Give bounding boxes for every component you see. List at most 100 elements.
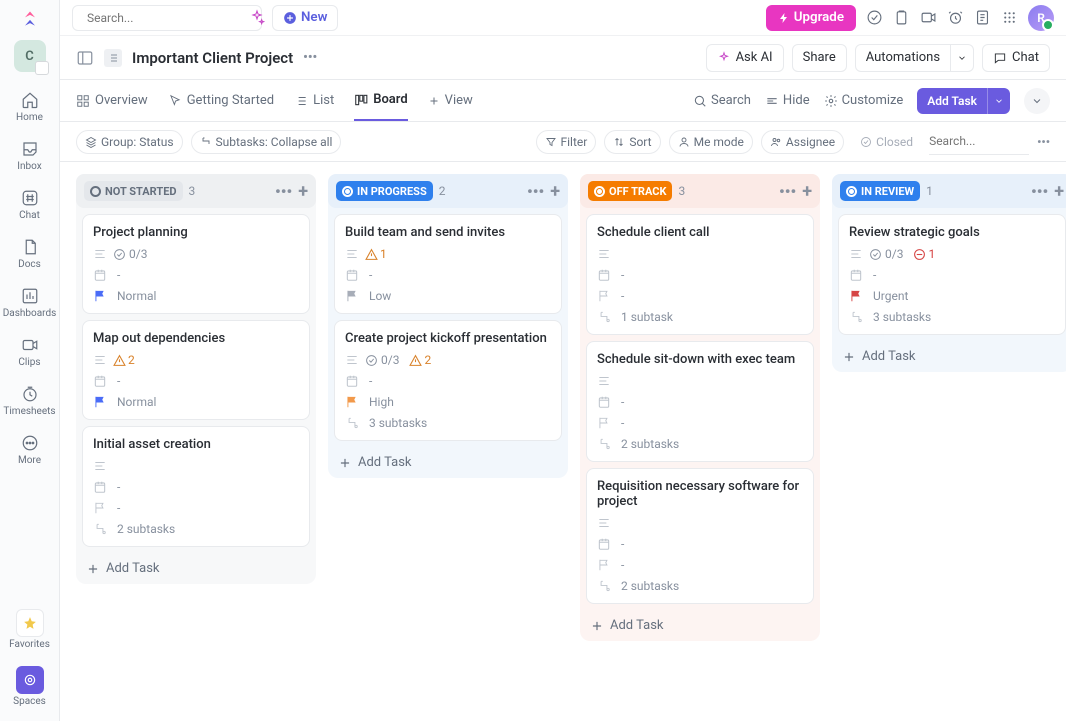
closed-chip[interactable]: Closed — [852, 130, 921, 154]
nav-dashboards[interactable]: Dashboards — [0, 280, 59, 325]
clipboard-icon[interactable] — [893, 9, 910, 26]
upgrade-button[interactable]: Upgrade — [766, 5, 856, 31]
add-task-button[interactable]: Add Task — [917, 88, 987, 114]
tab-add-view[interactable]: View — [428, 80, 473, 121]
more-actions[interactable] — [1024, 88, 1050, 114]
add-task-ghost[interactable]: Add Task — [832, 341, 1066, 372]
card-title: Project planning — [93, 225, 299, 240]
cards-container: Schedule client call--1 subtaskSchedule … — [580, 208, 820, 610]
add-task-dropdown[interactable] — [987, 88, 1010, 114]
chat-button[interactable]: Chat — [982, 44, 1050, 72]
panel-toggle-icon[interactable] — [76, 49, 94, 67]
new-button[interactable]: New — [272, 5, 338, 31]
search-action[interactable]: Search — [693, 93, 751, 108]
title-menu[interactable]: ••• — [303, 50, 317, 65]
dashboard-icon — [20, 286, 40, 306]
nav-label: Clips — [18, 357, 40, 368]
grid-icon[interactable] — [1001, 9, 1018, 26]
assignee-chip[interactable]: Assignee — [761, 130, 844, 154]
sort-chip[interactable]: Sort — [604, 130, 660, 154]
ai-icon[interactable] — [249, 9, 265, 27]
card-title: Initial asset creation — [93, 437, 299, 452]
tab-board[interactable]: Board — [354, 80, 407, 121]
search-input[interactable] — [87, 11, 243, 25]
column-add[interactable]: + — [1054, 181, 1064, 202]
column-menu[interactable]: ••• — [275, 182, 292, 201]
workspace-switcher[interactable]: C — [14, 40, 46, 72]
subtask-progress: 0/3 — [869, 247, 903, 261]
add-task-ghost[interactable]: Add Task — [328, 447, 568, 478]
tab-overview[interactable]: Overview — [76, 80, 148, 121]
meta-row — [93, 459, 299, 473]
task-card[interactable]: Schedule client call--1 subtask — [586, 214, 814, 335]
task-card[interactable]: Review strategic goals0/31-Urgent3 subta… — [838, 214, 1066, 335]
column-add[interactable]: + — [802, 181, 812, 202]
task-card[interactable]: Project planning0/3-Normal — [82, 214, 310, 314]
nav-timesheets[interactable]: Timesheets — [0, 378, 59, 423]
tab-list[interactable]: List — [294, 80, 334, 121]
filter-chip[interactable]: Filter — [536, 130, 597, 154]
inbox-icon — [20, 139, 40, 159]
app-logo[interactable] — [19, 8, 41, 30]
board-search-input[interactable] — [929, 129, 1029, 155]
column-menu[interactable]: ••• — [779, 182, 796, 201]
video-icon[interactable] — [920, 9, 937, 26]
nav-favorites[interactable]: Favorites — [0, 603, 59, 656]
task-card[interactable]: Build team and send invites1-Low — [334, 214, 562, 314]
task-card[interactable]: Initial asset creation--2 subtasks — [82, 426, 310, 547]
status-pill[interactable]: IN PROGRESS — [336, 181, 433, 201]
automations-dropdown[interactable] — [951, 44, 974, 72]
priority-value: High — [369, 395, 394, 409]
nav-more[interactable]: More — [0, 427, 59, 472]
chip-label: Me mode — [694, 135, 744, 149]
column-add[interactable]: + — [298, 181, 308, 202]
hide-action[interactable]: Hide — [765, 93, 810, 108]
global-search[interactable] — [72, 5, 262, 31]
add-task-ghost[interactable]: Add Task — [76, 553, 316, 584]
chip-label: Assignee — [786, 135, 835, 149]
status-pill[interactable]: OFF TRACK — [588, 181, 672, 201]
nav-chat[interactable]: Chat — [0, 182, 59, 227]
check-circle-icon[interactable] — [866, 9, 883, 26]
me-mode-chip[interactable]: Me mode — [669, 130, 753, 154]
task-card[interactable]: Map out dependencies2-Normal — [82, 320, 310, 420]
column-in-progress: IN PROGRESS 2 ••• + Build team and send … — [328, 174, 568, 478]
toolbar-more[interactable]: ••• — [1037, 135, 1050, 149]
column-add[interactable]: + — [550, 181, 560, 202]
subtasks-row: 3 subtasks — [345, 416, 551, 430]
chevron-down-icon — [994, 96, 1004, 106]
nav-spaces[interactable]: Spaces — [0, 660, 59, 713]
board: NOT STARTED 3 ••• + Project planning0/3-… — [60, 162, 1066, 721]
nav-inbox[interactable]: Inbox — [0, 133, 59, 178]
nav-home[interactable]: Home — [0, 84, 59, 129]
task-card[interactable]: Create project kickoff presentation0/32-… — [334, 320, 562, 441]
priority-row: Urgent — [849, 289, 1055, 303]
column-menu[interactable]: ••• — [527, 182, 544, 201]
tab-getting-started[interactable]: Getting Started — [168, 80, 274, 121]
status-pill[interactable]: IN REVIEW — [840, 181, 920, 201]
share-button[interactable]: Share — [792, 44, 847, 72]
note-icon[interactable] — [974, 9, 991, 26]
priority-value: - — [621, 289, 624, 303]
status-pill[interactable]: NOT STARTED — [84, 181, 183, 201]
add-task-ghost[interactable]: Add Task — [580, 610, 820, 641]
automations-button[interactable]: Automations — [855, 44, 951, 72]
alarm-icon[interactable] — [947, 9, 964, 26]
priority-row: - — [93, 501, 299, 515]
ask-ai-button[interactable]: Ask AI — [706, 44, 784, 72]
nav-clips[interactable]: Clips — [0, 329, 59, 374]
task-card[interactable]: Schedule sit-down with exec team--2 subt… — [586, 341, 814, 462]
priority-row: Low — [345, 289, 551, 303]
warning-badge: 2 — [409, 353, 431, 367]
subtasks-chip[interactable]: Subtasks: Collapse all — [191, 130, 342, 154]
column-count: 3 — [189, 184, 196, 198]
group-chip[interactable]: Group: Status — [76, 130, 183, 154]
upgrade-label: Upgrade — [794, 10, 844, 25]
column-menu[interactable]: ••• — [1031, 182, 1048, 201]
nav-docs[interactable]: Docs — [0, 231, 59, 276]
user-avatar[interactable]: R — [1028, 5, 1054, 31]
customize-action[interactable]: Customize — [824, 93, 904, 108]
task-card[interactable]: Requisition necessary software for proje… — [586, 468, 814, 604]
nav-label: Inbox — [17, 161, 41, 172]
topbar-actions: R — [866, 5, 1054, 31]
